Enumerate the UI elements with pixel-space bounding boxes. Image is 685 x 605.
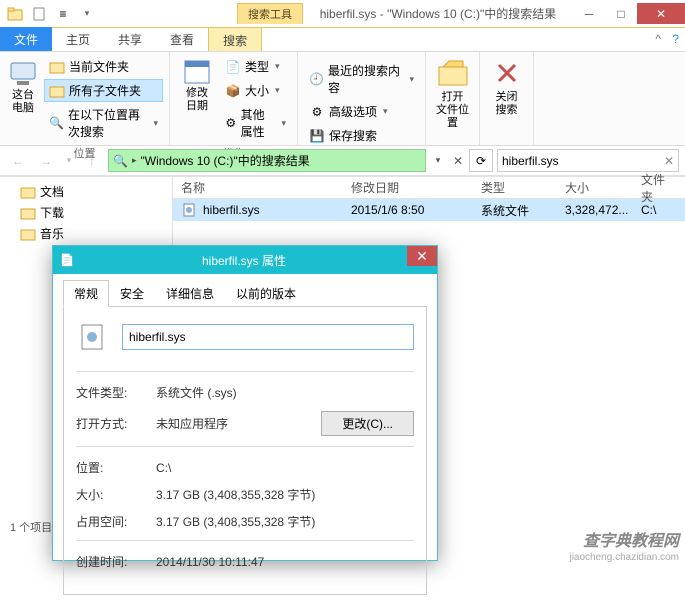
modify-date-button[interactable]: 修改 日期 [176, 55, 218, 143]
search-glyph-icon: 🔍 [113, 154, 128, 168]
dialog-sysfile-icon: 📄 [53, 253, 81, 267]
dialog-general-panel: 文件类型:系统文件 (.sys) 打开方式:未知应用程序更改(C)... 位置:… [63, 307, 427, 595]
qat-props-icon[interactable]: ≡ [52, 3, 74, 25]
filename-input[interactable] [122, 324, 414, 350]
recent-icon: 🕘 [309, 71, 324, 87]
open-folder-icon [437, 57, 469, 89]
type-filter[interactable]: 📄类型▾ [220, 55, 291, 78]
window-controls: ─ □ ✕ [573, 3, 685, 24]
col-name[interactable]: 名称 [173, 179, 343, 196]
advanced-icon: ⚙ [309, 104, 325, 120]
up-button[interactable]: ↑ [80, 149, 104, 173]
folder-props-icon[interactable] [4, 3, 26, 25]
folder-icon [20, 184, 36, 200]
folder-tree-icon [49, 83, 65, 99]
calendar-icon [181, 55, 213, 87]
advanced-options[interactable]: ⚙高级选项▾ [304, 100, 419, 123]
forward-button[interactable]: → [34, 149, 58, 173]
maximize-button[interactable]: □ [605, 3, 637, 24]
tree-item-music[interactable]: 音乐 [2, 223, 170, 244]
search-again-icon: 🔍 [49, 115, 64, 131]
minimize-button[interactable]: ─ [573, 3, 605, 24]
all-subfolders-option[interactable]: 所有子文件夹 [44, 79, 163, 102]
qat-new-icon[interactable] [28, 3, 50, 25]
size-icon: 📦 [225, 83, 241, 99]
qat-dropdown[interactable]: ▾ [76, 3, 98, 25]
open-location-button[interactable]: 打开 文件位置 [432, 55, 473, 132]
save-icon: 💾 [309, 128, 325, 144]
watermark-url: jiaocheng.chazidian.com [569, 552, 679, 563]
search-again-option[interactable]: 🔍在以下位置再次搜索▾ [44, 103, 163, 143]
folder-icon [49, 59, 65, 75]
address-bar[interactable]: 🔍 ▸ "Windows 10 (C:)"中的搜索结果 [108, 149, 426, 172]
home-tab[interactable]: 主页 [52, 27, 104, 51]
close-button[interactable]: ✕ [637, 3, 685, 24]
change-button[interactable]: 更改(C)... [321, 411, 414, 436]
result-row[interactable]: hiberfil.sys 2015/1/6 8:50 系统文件 3,328,47… [173, 199, 685, 221]
ribbon-group-optimize: 修改 日期 📄类型▾ 📦大小▾ ⚙其他属性▾ 优化 [170, 52, 298, 145]
search-input[interactable] [502, 154, 664, 168]
dialog-title: hiberfil.sys 属性 [81, 252, 437, 269]
col-date[interactable]: 修改日期 [343, 179, 473, 196]
ribbon: 这台 电脑 当前文件夹 所有子文件夹 🔍在以下位置再次搜索▾ 位置 修改 日期 … [0, 52, 685, 146]
col-size[interactable]: 大小 [557, 179, 633, 196]
tab-details[interactable]: 详细信息 [155, 280, 225, 307]
share-tab[interactable]: 共享 [104, 27, 156, 51]
computer-icon [7, 57, 39, 89]
file-tab[interactable]: 文件 [0, 27, 52, 51]
props-icon: ⚙ [225, 115, 237, 131]
dialog-tabs: 常规 安全 详细信息 以前的版本 [63, 280, 427, 307]
address-clear[interactable]: ▾ [430, 155, 446, 166]
this-pc-button[interactable]: 这台 电脑 [6, 55, 40, 143]
quick-access-toolbar: ≡ ▾ [0, 3, 102, 25]
recent-locations[interactable]: ▾ [62, 149, 76, 173]
col-type[interactable]: 类型 [473, 179, 557, 196]
tab-general[interactable]: 常规 [63, 280, 109, 307]
tab-previous[interactable]: 以前的版本 [225, 280, 307, 307]
close-search-button[interactable]: 关闭 搜索 [486, 55, 527, 119]
address-path: "Windows 10 (C:)"中的搜索结果 [140, 152, 309, 169]
search-clear-icon[interactable]: ✕ [664, 154, 674, 168]
ribbon-group-close: 关闭 搜索 [480, 52, 534, 145]
titlebar: ≡ ▾ 搜索工具 hiberfil.sys - "Windows 10 (C:)… [0, 0, 685, 28]
collapse-ribbon-icon[interactable]: ^ [655, 32, 661, 46]
folder-icon [20, 226, 36, 242]
tree-item-downloads[interactable]: 下载 [2, 202, 170, 223]
ribbon-group-options: 🕘最近的搜索内容▾ ⚙高级选项▾ 💾保存搜索 选项 [298, 52, 426, 145]
sysfile-icon [181, 202, 197, 218]
dialog-close-button[interactable]: ✕ [407, 246, 437, 266]
watermark: 查字典教程网 [583, 527, 679, 551]
ribbon-group-open: 打开 文件位置 [426, 52, 480, 145]
current-folder-option[interactable]: 当前文件夹 [44, 55, 163, 78]
window-title: hiberfil.sys - "Windows 10 (C:)"中的搜索结果 [303, 5, 573, 22]
col-folder[interactable]: 文件夹 [633, 171, 683, 205]
type-icon: 📄 [225, 59, 241, 75]
ribbon-tabs: 文件 主页 共享 查看 搜索 ^ ? [0, 28, 685, 52]
save-search[interactable]: 💾保存搜索 [304, 124, 419, 147]
file-type-icon [76, 321, 108, 353]
address-stop[interactable]: ✕ [450, 154, 466, 168]
folder-icon [20, 205, 36, 221]
search-box[interactable]: ✕ [497, 149, 679, 172]
refresh-button[interactable]: ⟳ [469, 149, 493, 172]
address-toolbar: ← → ▾ ↑ 🔍 ▸ "Windows 10 (C:)"中的搜索结果 ▾ ✕ … [0, 146, 685, 176]
size-filter[interactable]: 📦大小▾ [220, 79, 291, 102]
contextual-tab-label: 搜索工具 [237, 3, 303, 24]
tab-security[interactable]: 安全 [109, 280, 155, 307]
recent-searches[interactable]: 🕘最近的搜索内容▾ [304, 59, 419, 99]
column-headers: 名称 修改日期 类型 大小 文件夹 [173, 177, 685, 199]
dialog-titlebar[interactable]: 📄 hiberfil.sys 属性 ✕ [53, 246, 437, 274]
tree-item-documents[interactable]: 文档 [2, 181, 170, 202]
other-props-filter[interactable]: ⚙其他属性▾ [220, 103, 291, 143]
search-tab[interactable]: 搜索 [208, 27, 262, 51]
ribbon-group-location: 这台 电脑 当前文件夹 所有子文件夹 🔍在以下位置再次搜索▾ 位置 [0, 52, 170, 145]
view-tab[interactable]: 查看 [156, 27, 208, 51]
back-button[interactable]: ← [6, 149, 30, 173]
close-x-icon [491, 57, 523, 89]
properties-dialog: 📄 hiberfil.sys 属性 ✕ 常规 安全 详细信息 以前的版本 文件类… [52, 245, 438, 561]
help-icon[interactable]: ? [672, 32, 679, 46]
